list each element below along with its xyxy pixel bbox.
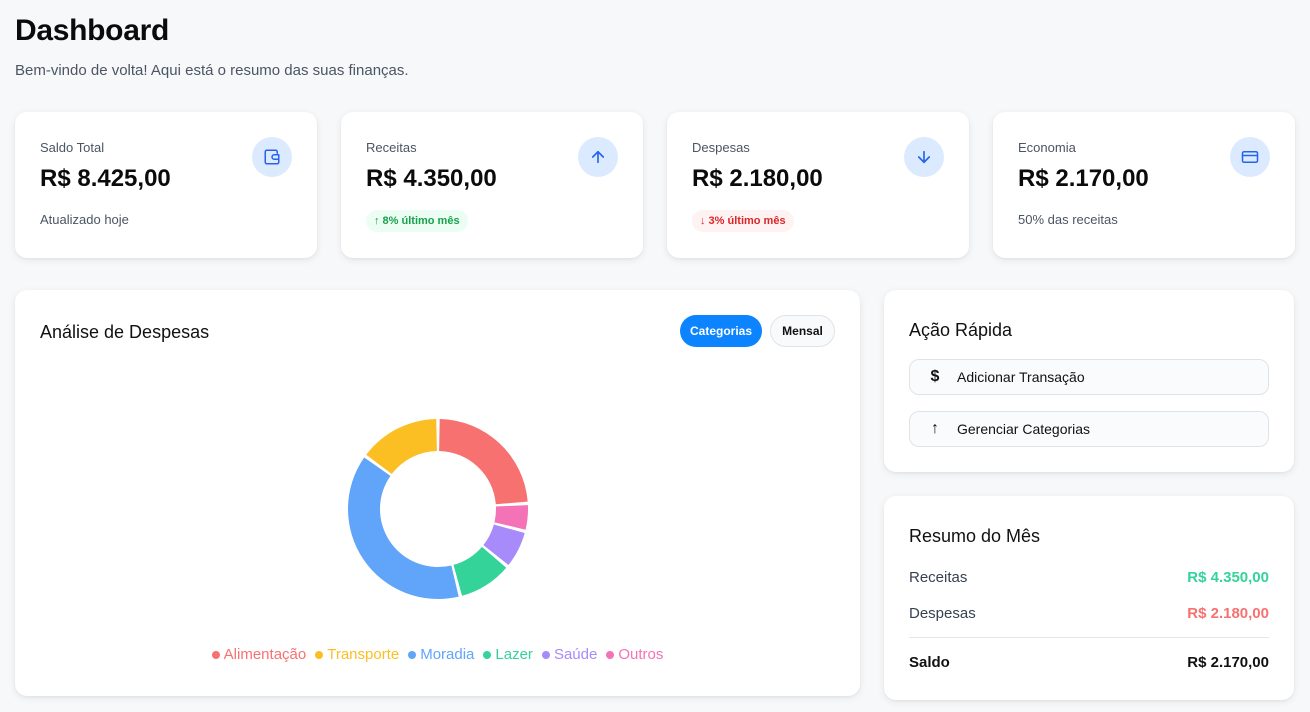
stat-value: R$ 2.170,00 <box>1018 165 1149 192</box>
donut-chart <box>347 419 528 599</box>
summary-divider <box>909 637 1269 638</box>
summary-row-despesas: Despesas R$ 2.180,00 <box>909 605 1269 622</box>
summary-total-label: Saldo <box>909 654 950 671</box>
stat-card-saldo-total: Saldo Total R$ 8.425,00 Atualizado hoje <box>15 112 317 258</box>
donut-slice-alimentação[interactable] <box>439 419 528 505</box>
legend-label: Alimentação <box>223 646 307 663</box>
stat-value: R$ 2.180,00 <box>692 165 823 192</box>
button-label: Gerenciar Categorias <box>957 421 1091 437</box>
legend-item[interactable]: Outros <box>606 646 663 663</box>
stat-card-despesas: Despesas R$ 2.180,00 ↓ 3% último mês <box>667 112 969 258</box>
legend-label: Saúde <box>553 646 598 663</box>
stat-card-economia: Economia R$ 2.170,00 50% das receitas <box>993 112 1295 258</box>
credit-card-icon <box>1230 137 1270 177</box>
chart-title: Análise de Despesas <box>40 322 210 342</box>
chart-legend: Alimentação Transporte Moradia Lazer Saúde Ou… <box>15 646 860 663</box>
legend-item[interactable]: Transporte <box>315 646 399 663</box>
stat-value: R$ 8.425,00 <box>40 165 171 192</box>
stat-note: Atualizado hoje <box>40 212 129 227</box>
donut-slice-outros[interactable] <box>494 505 528 530</box>
summary-label: Receitas <box>909 569 968 586</box>
summary-value: R$ 4.350,00 <box>1187 569 1269 586</box>
donut-slice-moradia[interactable] <box>347 457 459 599</box>
legend-dot <box>211 650 220 659</box>
legend-item[interactable]: Lazer <box>483 646 533 663</box>
summary-row-receitas: Receitas R$ 4.350,00 <box>909 569 1269 586</box>
stat-label: Receitas <box>366 140 417 155</box>
arrow-down-icon <box>904 137 944 177</box>
legend-item[interactable]: Moradia <box>408 646 474 663</box>
toggle-mensal-button[interactable]: Mensal <box>770 315 835 347</box>
summary-total-value: R$ 2.170,00 <box>1187 654 1269 671</box>
legend-label: Moradia <box>420 646 475 663</box>
arrow-up-icon: ↑ <box>931 420 939 437</box>
trend-badge-down: ↓ 3% último mês <box>692 210 794 232</box>
donut-slice-transporte[interactable] <box>366 419 437 475</box>
quick-actions-title: Ação Rápida <box>909 320 1013 340</box>
dollar-icon: $ <box>930 368 940 385</box>
legend-dot <box>606 650 615 659</box>
manage-categories-button[interactable]: ↑ Gerenciar Categorias <box>909 411 1269 447</box>
summary-value: R$ 2.180,00 <box>1187 605 1269 622</box>
summary-label: Despesas <box>909 605 976 622</box>
button-label: Adicionar Transação <box>957 369 1085 385</box>
page-subtitle: Bem-vindo de volta! Aqui está o resumo d… <box>15 62 409 79</box>
trend-badge-up: ↑ 8% último mês <box>366 210 468 232</box>
legend-item[interactable]: Alimentação <box>211 646 307 663</box>
expense-analysis-card: Análise de Despesas Categorias Mensal Al… <box>15 290 860 696</box>
stat-label: Saldo Total <box>40 140 105 155</box>
legend-item[interactable]: Saúde <box>541 646 598 663</box>
stat-label: Despesas <box>692 140 750 155</box>
page-header: Dashboard Bem-vindo de volta! Aqui está … <box>15 14 409 79</box>
legend-label: Outros <box>618 646 664 663</box>
month-summary-card: Resumo do Mês Receitas R$ 4.350,00 Despe… <box>884 496 1294 700</box>
add-transaction-button[interactable]: $ Adicionar Transação <box>909 359 1269 395</box>
legend-label: Lazer <box>495 646 533 663</box>
summary-row-saldo: Saldo R$ 2.170,00 <box>909 654 1269 671</box>
stat-value: R$ 4.350,00 <box>366 165 497 192</box>
legend-dot <box>541 650 550 659</box>
legend-dot <box>315 650 324 659</box>
legend-dot <box>408 650 417 659</box>
arrow-up-icon <box>578 137 618 177</box>
summary-title: Resumo do Mês <box>909 526 1041 546</box>
legend-label: Transporte <box>327 646 400 663</box>
page-title: Dashboard <box>15 14 169 47</box>
stat-note: 50% das receitas <box>1018 212 1118 227</box>
toggle-categorias-button[interactable]: Categorias <box>680 315 762 347</box>
quick-actions-card: Ação Rápida $ Adicionar Transação ↑ Gere… <box>884 290 1294 472</box>
legend-dot <box>483 650 492 659</box>
stat-card-receitas: Receitas R$ 4.350,00 ↑ 8% último mês <box>341 112 643 258</box>
stat-label: Economia <box>1018 140 1076 155</box>
wallet-icon <box>252 137 292 177</box>
